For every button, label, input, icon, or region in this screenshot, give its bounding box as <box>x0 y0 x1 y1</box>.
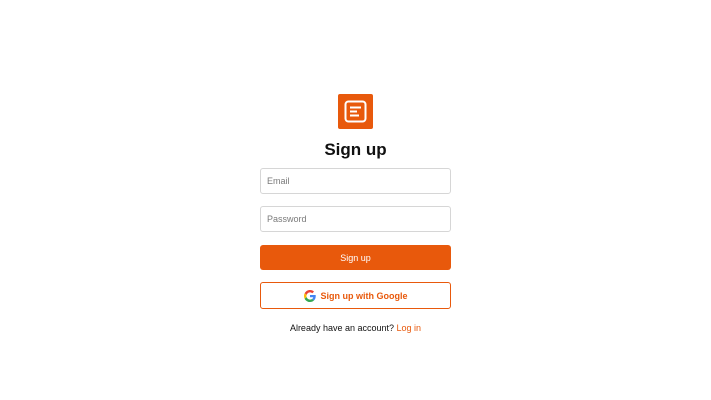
email-field[interactable] <box>260 168 451 194</box>
sign-up-button[interactable]: Sign up <box>260 245 451 270</box>
document-lines-icon <box>344 100 367 123</box>
log-in-link[interactable]: Log in <box>397 323 422 333</box>
page-title: Sign up <box>324 140 387 159</box>
login-prompt: Already have an account? Log in <box>0 322 711 334</box>
app-logo <box>338 94 373 129</box>
signup-page: Sign up Sign up Sign up with Google Alre… <box>0 0 711 400</box>
google-sign-up-button[interactable]: Sign up with Google <box>260 282 451 309</box>
google-icon <box>303 289 316 302</box>
google-sign-up-label: Sign up with Google <box>320 290 408 301</box>
password-field[interactable] <box>260 206 451 232</box>
login-prompt-text: Already have an account? <box>289 323 395 333</box>
